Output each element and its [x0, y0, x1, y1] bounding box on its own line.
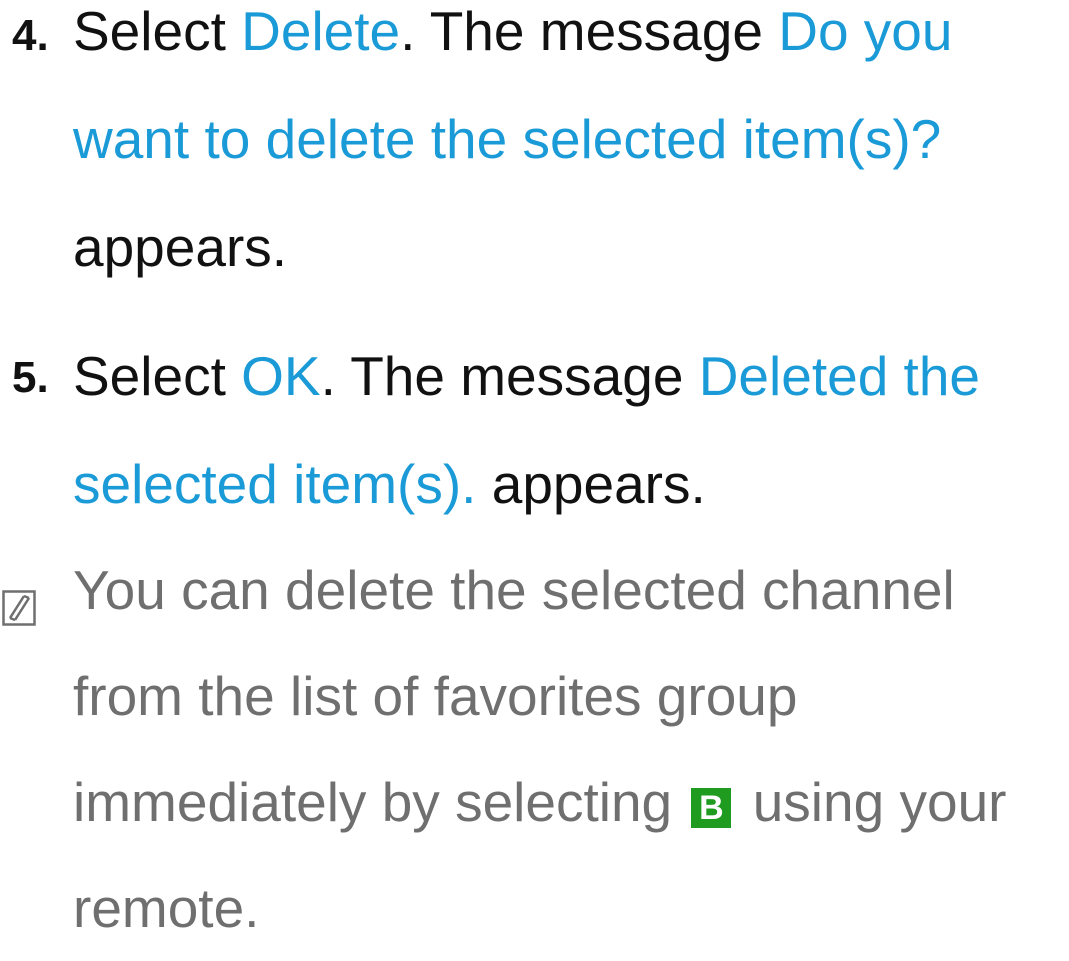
step-text: Select OK. The message Deleted the selec…	[73, 322, 1063, 538]
step-text-plain: appears.	[73, 216, 288, 278]
menu-option-ok: OK	[241, 345, 321, 407]
step-text-plain: Select	[73, 345, 242, 407]
menu-option-delete: Delete	[241, 0, 401, 62]
b-button-icon: B	[691, 788, 732, 828]
step-number: 4.	[12, 11, 49, 60]
step-text: Select Delete. The message Do you want t…	[73, 0, 1063, 301]
note-icon	[2, 590, 36, 626]
step-text-plain: Select	[73, 0, 242, 62]
note-text: You can delete the selected channel from…	[73, 537, 1063, 961]
step-text-plain: . The message	[320, 345, 699, 407]
step-text-plain: . The message	[400, 0, 779, 62]
step-number: 5.	[12, 353, 49, 402]
step-text-plain: appears.	[476, 453, 706, 515]
